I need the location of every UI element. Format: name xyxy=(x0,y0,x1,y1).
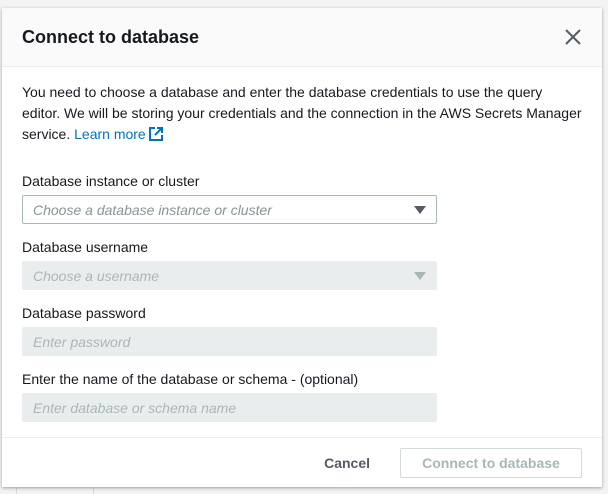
caret-down-icon xyxy=(414,271,426,280)
password-label: Database password xyxy=(22,305,146,321)
background-divider xyxy=(16,488,17,494)
cancel-button[interactable]: Cancel xyxy=(324,455,370,471)
learn-more-link[interactable]: Learn more xyxy=(74,126,163,142)
connect-to-database-button[interactable]: Connect to database xyxy=(400,447,582,478)
dialog-description: You need to choose a database and enter … xyxy=(22,84,582,142)
caret-down-icon xyxy=(414,205,426,214)
background-divider xyxy=(93,488,94,494)
dialog-title: Connect to database xyxy=(22,26,200,47)
username-label: Database username xyxy=(22,239,149,255)
dialog-header: Connect to database xyxy=(2,8,602,67)
schema-label: Enter the name of the database or schema… xyxy=(22,371,359,387)
username-select[interactable]: Choose a username xyxy=(22,261,437,290)
password-input[interactable]: Enter password xyxy=(22,327,437,356)
dialog-footer: Cancel Connect to database xyxy=(2,437,602,487)
instance-select[interactable]: Choose a database instance or cluster xyxy=(22,195,437,224)
schema-input[interactable]: Enter database or schema name xyxy=(22,393,437,422)
external-link-icon xyxy=(148,127,163,141)
instance-label: Database instance or cluster xyxy=(22,173,200,189)
connect-to-database-dialog: Connect to database You need to choose a… xyxy=(2,8,602,487)
close-icon[interactable] xyxy=(564,28,582,46)
dialog-body: You need to choose a database and enter … xyxy=(2,67,602,422)
